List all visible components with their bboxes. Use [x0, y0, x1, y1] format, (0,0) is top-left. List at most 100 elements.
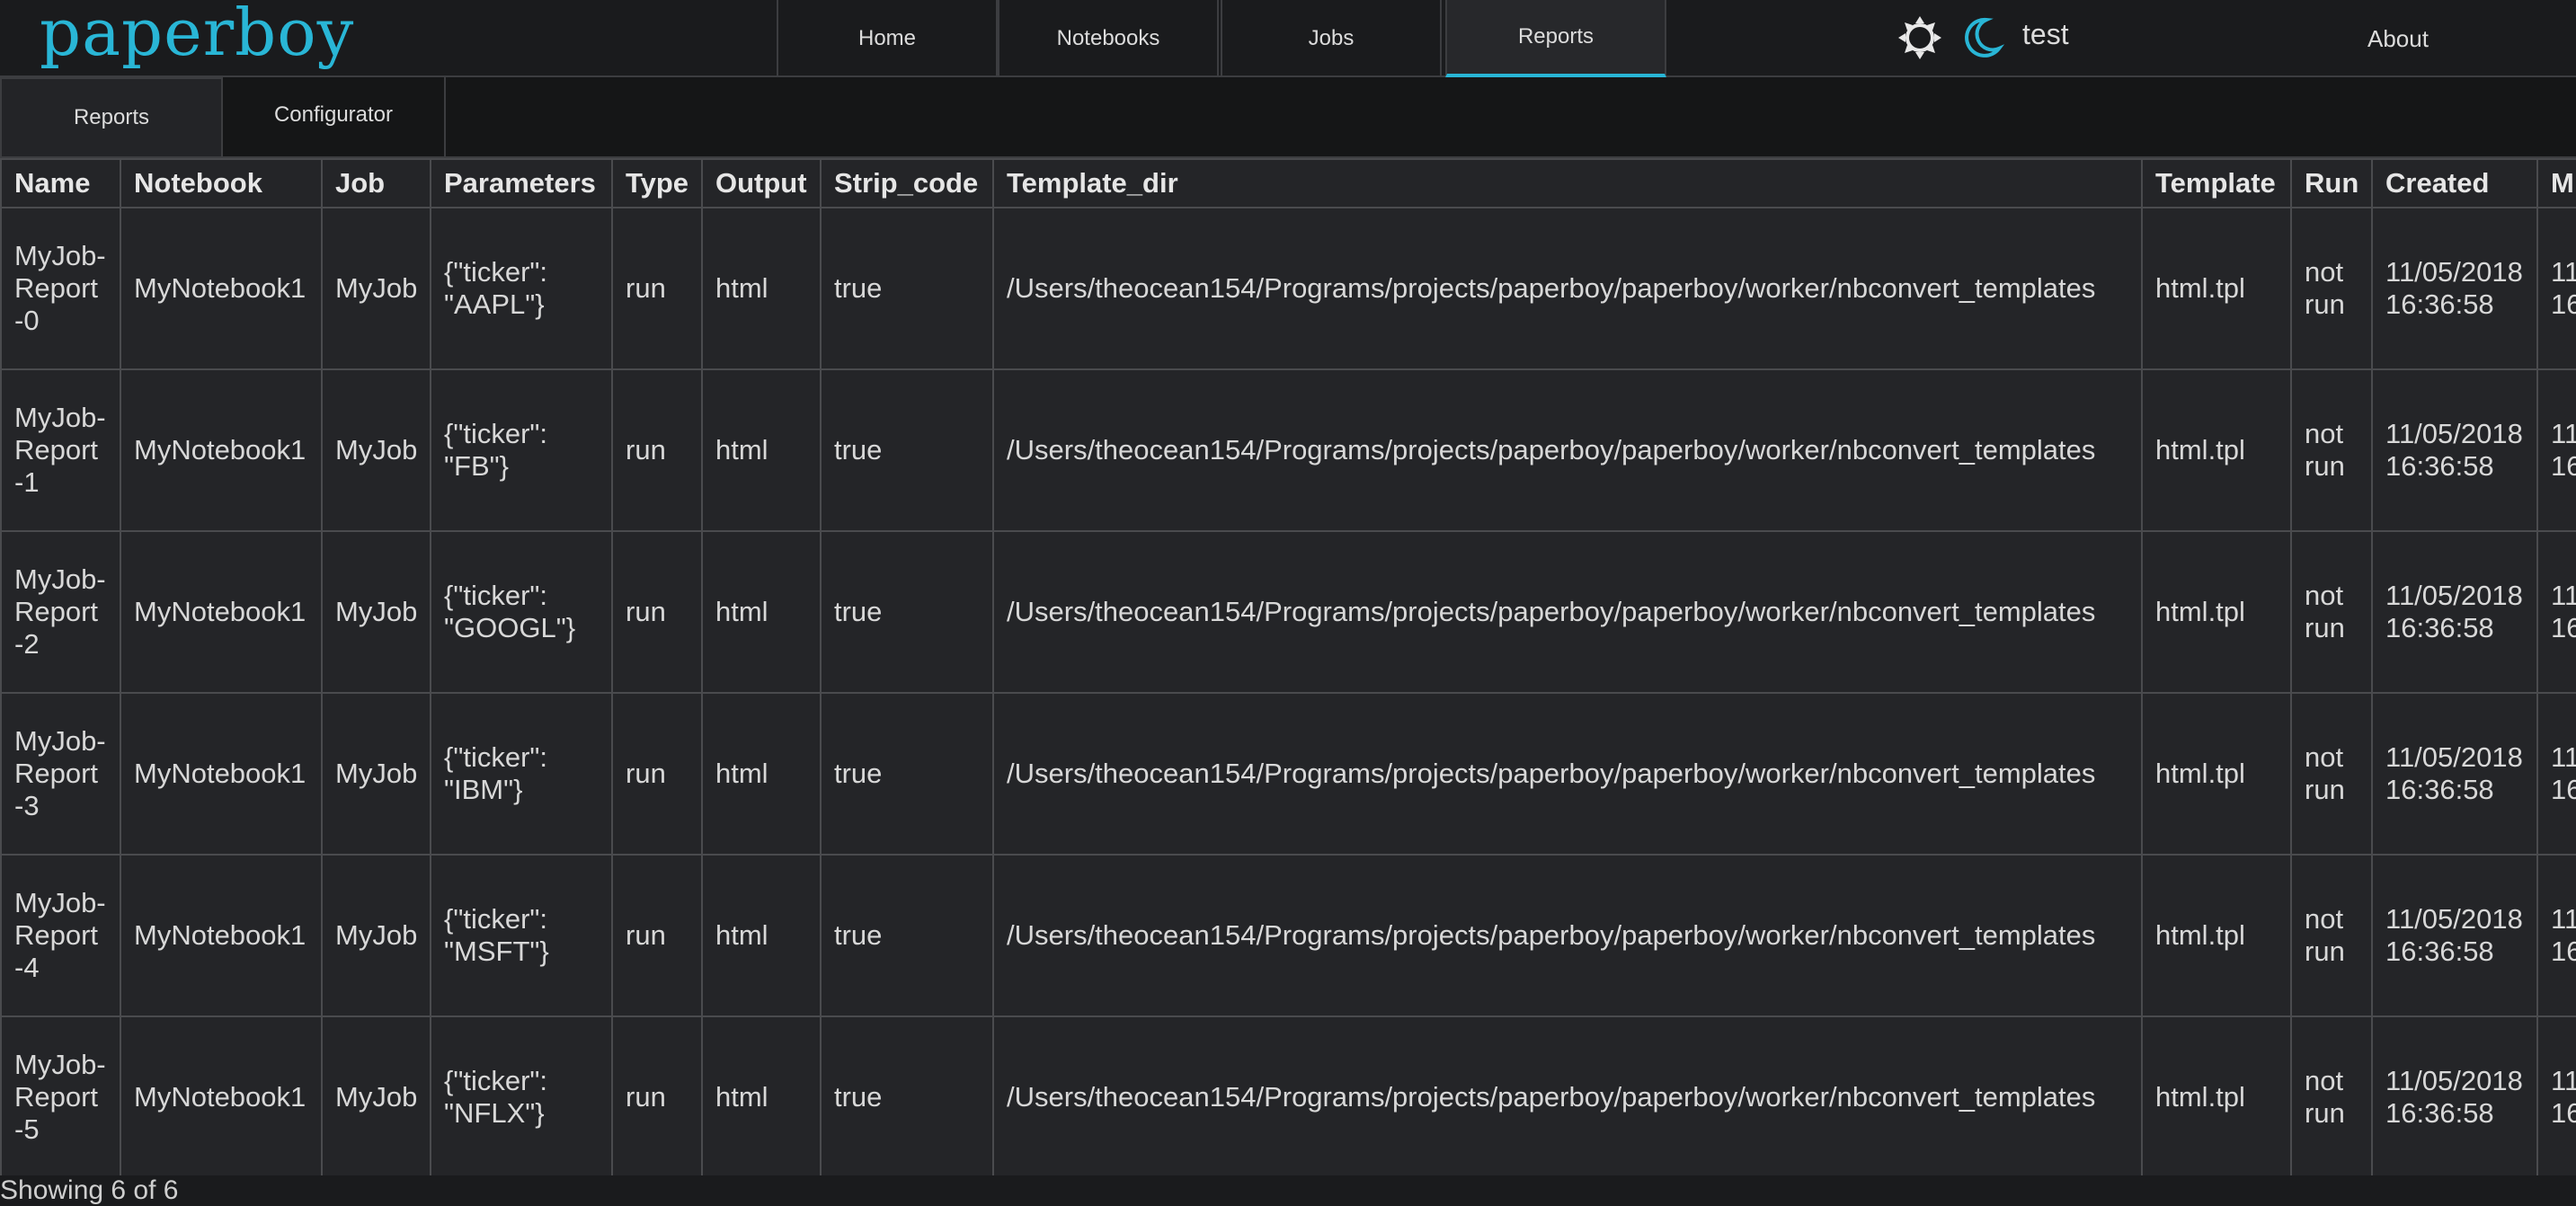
- column-header-template[interactable]: Template: [2141, 158, 2292, 208]
- app-logo[interactable]: paperboy: [40, 0, 354, 70]
- cell-name: MyJob-Report-4: [0, 854, 121, 1017]
- cell-created: 11/05/2018 16:36:58: [2371, 530, 2538, 694]
- cell-template-dir: /Users/theocean154/Programs/projects/pap…: [992, 692, 2143, 856]
- column-header-name[interactable]: Name: [0, 158, 121, 208]
- cell-template: html.tpl: [2141, 207, 2292, 370]
- table-row[interactable]: MyJob-Report-3 MyNotebook1 MyJob {"ticke…: [0, 692, 2576, 856]
- cell-strip-code: true: [820, 368, 994, 532]
- cell-parameters: {"ticker": "AAPL"}: [430, 207, 613, 370]
- nav-tab-home[interactable]: Home: [777, 0, 998, 77]
- cell-notebook: MyNotebook1: [120, 530, 323, 694]
- reports-table: Name Notebook Job Parameters Type Output…: [0, 158, 2576, 1175]
- cell-template-dir: /Users/theocean154/Programs/projects/pap…: [992, 1015, 2143, 1175]
- cell-output: html: [701, 1015, 822, 1175]
- cell-template: html.tpl: [2141, 692, 2292, 856]
- cell-created: 11/05/2018 16:36:58: [2371, 692, 2538, 856]
- about-link[interactable]: About: [2367, 25, 2429, 53]
- cell-parameters: {"ticker": "IBM"}: [430, 692, 613, 856]
- cell-strip-code: true: [820, 207, 994, 370]
- cell-template-dir: /Users/theocean154/Programs/projects/pap…: [992, 207, 2143, 370]
- column-header-template-dir[interactable]: Template_dir: [992, 158, 2143, 208]
- cell-job: MyJob: [321, 530, 431, 694]
- cell-notebook: MyNotebook1: [120, 1015, 323, 1175]
- cell-strip-code: true: [820, 530, 994, 694]
- nav-tab-reports[interactable]: Reports: [1445, 0, 1666, 77]
- subtab-configurator[interactable]: Configurator: [223, 77, 446, 156]
- cell-type: run: [611, 530, 703, 694]
- column-header-created[interactable]: Created: [2371, 158, 2538, 208]
- cell-parameters: {"ticker": "MSFT"}: [430, 854, 613, 1017]
- cell-template: html.tpl: [2141, 368, 2292, 532]
- cell-template: html.tpl: [2141, 1015, 2292, 1175]
- cell-type: run: [611, 368, 703, 532]
- cell-output: html: [701, 207, 822, 370]
- cell-name: MyJob-Report-3: [0, 692, 121, 856]
- nav-tab-label: Notebooks: [1056, 26, 1160, 50]
- nav-tab-jobs[interactable]: Jobs: [1221, 0, 1442, 77]
- table-row[interactable]: MyJob-Report-4 MyNotebook1 MyJob {"ticke…: [0, 854, 2576, 1017]
- cell-run: not run: [2290, 1015, 2373, 1175]
- cell-run: not run: [2290, 692, 2373, 856]
- table-row[interactable]: MyJob-Report-5 MyNotebook1 MyJob {"ticke…: [0, 1015, 2576, 1175]
- cell-strip-code: true: [820, 692, 994, 856]
- cell-job: MyJob: [321, 692, 431, 856]
- cell-strip-code: true: [820, 1015, 994, 1175]
- cell-modified: 11/05/2018 16:36:58: [2536, 854, 2576, 1017]
- nav-tab-label: Reports: [1517, 24, 1594, 49]
- column-header-notebook[interactable]: Notebook: [120, 158, 323, 208]
- cell-notebook: MyNotebook1: [120, 368, 323, 532]
- cell-run: not run: [2290, 530, 2373, 694]
- reports-table-container[interactable]: Name Notebook Job Parameters Type Output…: [0, 158, 2576, 1175]
- column-header-output[interactable]: Output: [701, 158, 822, 208]
- cell-created: 11/05/2018 16:36:58: [2371, 1015, 2538, 1175]
- cell-notebook: MyNotebook1: [120, 692, 323, 856]
- cell-run: not run: [2290, 368, 2373, 532]
- subtab-label: Reports: [73, 105, 150, 129]
- subtab-label: Configurator: [273, 102, 394, 127]
- table-row[interactable]: MyJob-Report-0 MyNotebook1 MyJob {"ticke…: [0, 207, 2576, 370]
- cell-run: not run: [2290, 207, 2373, 370]
- pagination-status: Showing 6 of 6: [0, 1175, 179, 1205]
- cell-modified: 11/05/2018 16:36:58: [2536, 530, 2576, 694]
- table-row[interactable]: MyJob-Report-2 MyNotebook1 MyJob {"ticke…: [0, 530, 2576, 694]
- cell-template-dir: /Users/theocean154/Programs/projects/pap…: [992, 530, 2143, 694]
- cell-output: html: [701, 854, 822, 1017]
- moon-icon[interactable]: [1958, 14, 2005, 61]
- column-header-parameters[interactable]: Parameters: [430, 158, 613, 208]
- cell-notebook: MyNotebook1: [120, 854, 323, 1017]
- column-header-strip-code[interactable]: Strip_code: [820, 158, 994, 208]
- sub-navigation-bar: Reports Configurator: [0, 77, 2576, 158]
- cell-type: run: [611, 207, 703, 370]
- cell-modified: 11/05/2018 16:36:58: [2536, 692, 2576, 856]
- cell-template: html.tpl: [2141, 530, 2292, 694]
- column-header-job[interactable]: Job: [321, 158, 431, 208]
- cell-notebook: MyNotebook1: [120, 207, 323, 370]
- table-header-row: Name Notebook Job Parameters Type Output…: [0, 158, 2576, 208]
- nav-tab-notebooks[interactable]: Notebooks: [998, 0, 1219, 77]
- subtab-reports[interactable]: Reports: [0, 77, 223, 156]
- cell-name: MyJob-Report-1: [0, 368, 121, 532]
- cell-name: MyJob-Report-2: [0, 530, 121, 694]
- cell-output: html: [701, 692, 822, 856]
- column-header-run[interactable]: Run: [2290, 158, 2373, 208]
- cell-template: html.tpl: [2141, 854, 2292, 1017]
- sun-icon[interactable]: [1896, 14, 1943, 61]
- column-header-type[interactable]: Type: [611, 158, 703, 208]
- cell-output: html: [701, 530, 822, 694]
- cell-created: 11/05/2018 16:36:58: [2371, 854, 2538, 1017]
- cell-name: MyJob-Report-0: [0, 207, 121, 370]
- cell-modified: 11/05/2018 16:36:58: [2536, 368, 2576, 532]
- cell-type: run: [611, 1015, 703, 1175]
- cell-job: MyJob: [321, 368, 431, 532]
- cell-job: MyJob: [321, 207, 431, 370]
- cell-strip-code: true: [820, 854, 994, 1017]
- column-header-modified[interactable]: M: [2536, 158, 2576, 208]
- cell-modified: 11/05/2018 16:36:58: [2536, 1015, 2576, 1175]
- cell-name: MyJob-Report-5: [0, 1015, 121, 1175]
- user-name[interactable]: test: [2022, 18, 2069, 51]
- table-row[interactable]: MyJob-Report-1 MyNotebook1 MyJob {"ticke…: [0, 368, 2576, 532]
- cell-modified: 11/05/2018 16:36:58: [2536, 207, 2576, 370]
- cell-template-dir: /Users/theocean154/Programs/projects/pap…: [992, 854, 2143, 1017]
- nav-tab-label: Jobs: [1308, 26, 1355, 50]
- cell-type: run: [611, 692, 703, 856]
